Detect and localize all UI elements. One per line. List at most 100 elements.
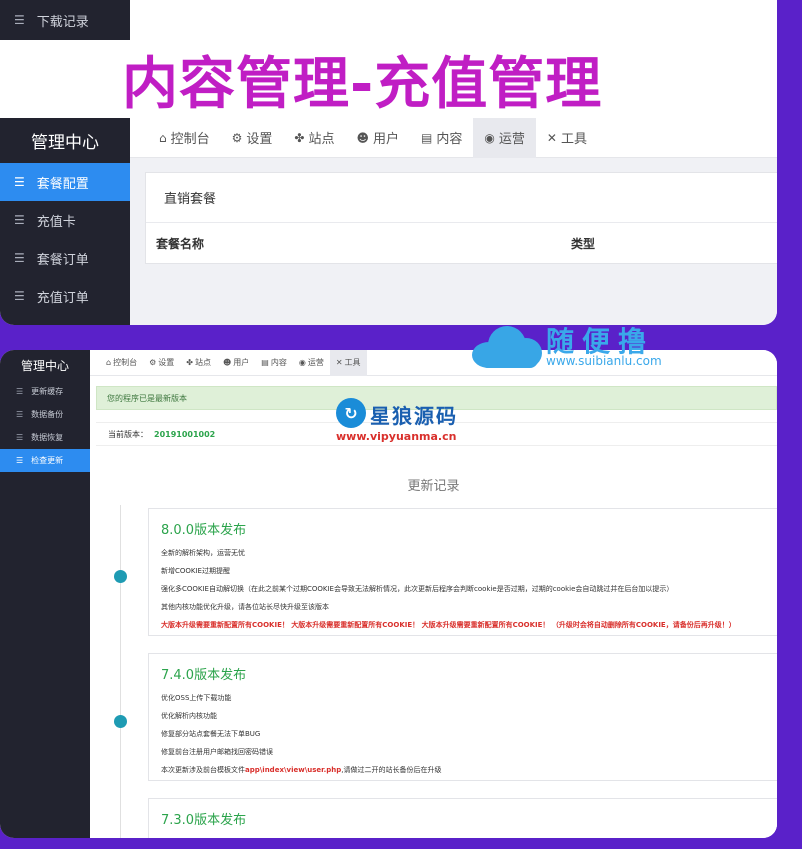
tab-content[interactable]: ▤ 内容 xyxy=(410,118,473,158)
gear-icon: ⚙ xyxy=(231,130,243,145)
package-card: 直销套餐 套餐名称 类型 xyxy=(145,172,777,264)
tab-label: 站点 xyxy=(194,358,211,367)
sidebar-item-check-update[interactable]: ☰ 检查更新 xyxy=(0,449,90,472)
column-header-type: 类型 xyxy=(571,236,596,251)
tab-sites[interactable]: ✤ 站点 xyxy=(283,118,345,158)
release-line-suffix: ,请做过二开的站长备份后在升级 xyxy=(341,766,442,774)
tab-console[interactable]: ⌂ 控制台 xyxy=(148,118,221,158)
release-card: 8.0.0版本发布 全新的解析架构，运营无忧 新增COOKIE过期提醒 强化多C… xyxy=(148,508,777,636)
tab-operations[interactable]: ◉ 运营 xyxy=(473,117,536,158)
top-screenshot-panel: ☰ 下载记录 管理中心 ☰ 套餐配置 ☰ 充值卡 ☰ 套餐订单 ☰ 充值订单 内… xyxy=(0,0,777,325)
tab-label: 运营 xyxy=(498,132,525,147)
tab-operations[interactable]: ◉ 运营 xyxy=(293,350,330,376)
banner-title: 内容管理-充值管理 xyxy=(122,51,603,117)
timeline-line xyxy=(120,505,121,838)
release-line: 本次更新涉及前台模板文件app\index\view\user.php,请做过二… xyxy=(161,761,775,779)
tab-console[interactable]: ⌂ 控制台 xyxy=(100,350,143,376)
sidebar-item-data-backup[interactable]: ☰ 数据备份 xyxy=(0,403,90,426)
sidebar-item-label: 检查更新 xyxy=(31,456,64,465)
sidebar-item-package-config[interactable]: ☰ 套餐配置 xyxy=(0,163,130,201)
brand-title: 管理中心 xyxy=(20,358,69,373)
release-line: 修复前台注册用户邮箱找回密码错误 xyxy=(161,748,273,756)
tab-label: 用户 xyxy=(233,358,250,367)
brand-title: 管理中心 xyxy=(31,132,99,153)
release-line: 强化多COOKIE自动解切换（在此之前某个过期COOKIE会导致无法解析情况，此… xyxy=(161,585,674,593)
list-icon: ☰ xyxy=(16,456,24,465)
watermark-url: www.vipyuanma.cn xyxy=(336,430,457,443)
release-line: 全新的解析架构，运营无忧 xyxy=(161,549,245,557)
top-nav: ⌂ 控制台 ⚙ 设置 ✤ 站点 ☻ 用户 ▤ 内容 ◉ 运营 ✕ 工具 xyxy=(130,117,777,158)
top-sidebar-menu: ☰ 套餐配置 ☰ 充值卡 ☰ 套餐订单 ☰ 充值订单 xyxy=(0,163,130,315)
banner: 内容管理-充值管理 xyxy=(0,40,777,118)
sidebar-item-recharge-orders[interactable]: ☰ 充值订单 xyxy=(0,277,130,315)
globe-icon: ◉ xyxy=(484,130,495,145)
logo-icon: ↻ xyxy=(336,398,366,428)
watermark-vipyuanma: ↻ 星狼源码 www.vipyuanma.cn xyxy=(336,398,486,446)
tab-label: 运营 xyxy=(307,358,324,367)
bottom-nav: ⌂ 控制台 ⚙ 设置 ✤ 站点 ☻ 用户 ▤ 内容 ◉ 运营 ✕ 工具 xyxy=(90,350,777,376)
sidebar-item-package-orders[interactable]: ☰ 套餐订单 xyxy=(0,239,130,277)
tab-sites[interactable]: ✤ 站点 xyxy=(180,350,217,376)
globe-icon: ◉ xyxy=(298,358,306,367)
version-value: 20191001002 xyxy=(154,429,216,439)
bottom-sidebar: 管理中心 ☰ 更新缓存 ☰ 数据备份 ☰ 数据恢复 ☰ 检查更新 xyxy=(0,350,90,838)
list-icon: ☰ xyxy=(14,213,25,227)
users-icon: ☻ xyxy=(222,358,232,367)
tab-tools[interactable]: ✕ 工具 xyxy=(536,118,598,158)
tab-tools[interactable]: ✕ 工具 xyxy=(329,350,367,376)
sidebar-item-label: 套餐配置 xyxy=(36,176,89,192)
list-icon: ☰ xyxy=(16,387,24,396)
release-title: 8.0.0版本发布 xyxy=(161,523,247,538)
list-icon: ☰ xyxy=(14,13,25,27)
sidebar-item-update-cache[interactable]: ☰ 更新缓存 xyxy=(0,380,90,403)
file-icon: ▤ xyxy=(421,130,433,145)
column-header-name: 套餐名称 xyxy=(156,236,205,251)
release-warning: 大版本升级需要重新配置所有COOKIE！ 大版本升级需要重新配置所有COOKIE… xyxy=(161,621,736,629)
release-line: 修复部分站点套餐无法下单BUG xyxy=(161,730,261,738)
tab-label: 设置 xyxy=(158,358,175,367)
tab-label: 控制台 xyxy=(113,358,138,367)
wrench-icon: ✕ xyxy=(546,130,557,145)
sidebar-item-download-log[interactable]: ☰ 下载记录 xyxy=(0,0,130,40)
list-icon: ☰ xyxy=(14,289,25,303)
list-icon: ☰ xyxy=(14,175,25,189)
release-title: 7.3.0版本发布 xyxy=(161,813,247,828)
release-line: 优化解析内核功能 xyxy=(161,712,217,720)
sidebar-item-data-restore[interactable]: ☰ 数据恢复 xyxy=(0,426,90,449)
grid-icon: ✤ xyxy=(294,130,305,145)
tab-label: 内容 xyxy=(270,358,287,367)
release-line: 其他内核功能优化升级，请各位站长尽快升级至该版本 xyxy=(161,603,329,611)
list-icon: ☰ xyxy=(16,410,24,419)
tab-settings[interactable]: ⚙ 设置 xyxy=(143,350,180,376)
watermark-url: www.suibianlu.com xyxy=(546,354,662,368)
tab-users[interactable]: ☻ 用户 xyxy=(346,118,411,158)
release-line-prefix: 本次更新涉及前台模板文件 xyxy=(161,766,245,774)
top-content-area: ⌂ 控制台 ⚙ 设置 ✤ 站点 ☻ 用户 ▤ 内容 ◉ 运营 ✕ 工具 直销套餐 套餐名称 类… xyxy=(130,117,777,325)
file-path: app\index\view\user.php xyxy=(245,766,342,774)
gear-icon: ⚙ xyxy=(149,358,157,367)
list-icon: ☰ xyxy=(14,251,25,265)
users-icon: ☻ xyxy=(356,130,370,145)
sidebar-item-label: 数据恢复 xyxy=(31,433,64,442)
update-log-title: 更新记录 xyxy=(407,479,460,494)
sidebar-item-label: 更新缓存 xyxy=(31,387,64,396)
release-line: 新增COOKIE过期提醒 xyxy=(161,567,230,575)
home-icon: ⌂ xyxy=(106,358,112,367)
watermark-text: 星狼源码 xyxy=(370,404,458,428)
watermark-suibianlu: 随便撸 www.suibianlu.com xyxy=(472,318,672,374)
tab-users[interactable]: ☻ 用户 xyxy=(217,350,255,376)
tab-label: 站点 xyxy=(308,132,335,147)
sidebar-item-label: 下载记录 xyxy=(36,14,89,30)
release-card: 7.4.0版本发布 优化OSS上传下载功能 优化解析内核功能 修复部分站点套餐无… xyxy=(148,653,777,781)
release-card: 7.3.0版本发布 xyxy=(148,798,777,838)
version-label: 当前版本： xyxy=(108,429,148,439)
home-icon: ⌂ xyxy=(159,130,167,145)
wrench-icon: ✕ xyxy=(335,358,343,367)
table-header: 套餐名称 类型 xyxy=(146,223,777,263)
tab-content[interactable]: ▤ 内容 xyxy=(255,350,293,376)
release-title: 7.4.0版本发布 xyxy=(161,668,247,683)
tab-settings[interactable]: ⚙ 设置 xyxy=(221,118,284,158)
sidebar-item-recharge-card[interactable]: ☰ 充值卡 xyxy=(0,201,130,239)
sidebar-item-label: 充值卡 xyxy=(36,214,76,230)
tab-label: 工具 xyxy=(560,132,587,147)
